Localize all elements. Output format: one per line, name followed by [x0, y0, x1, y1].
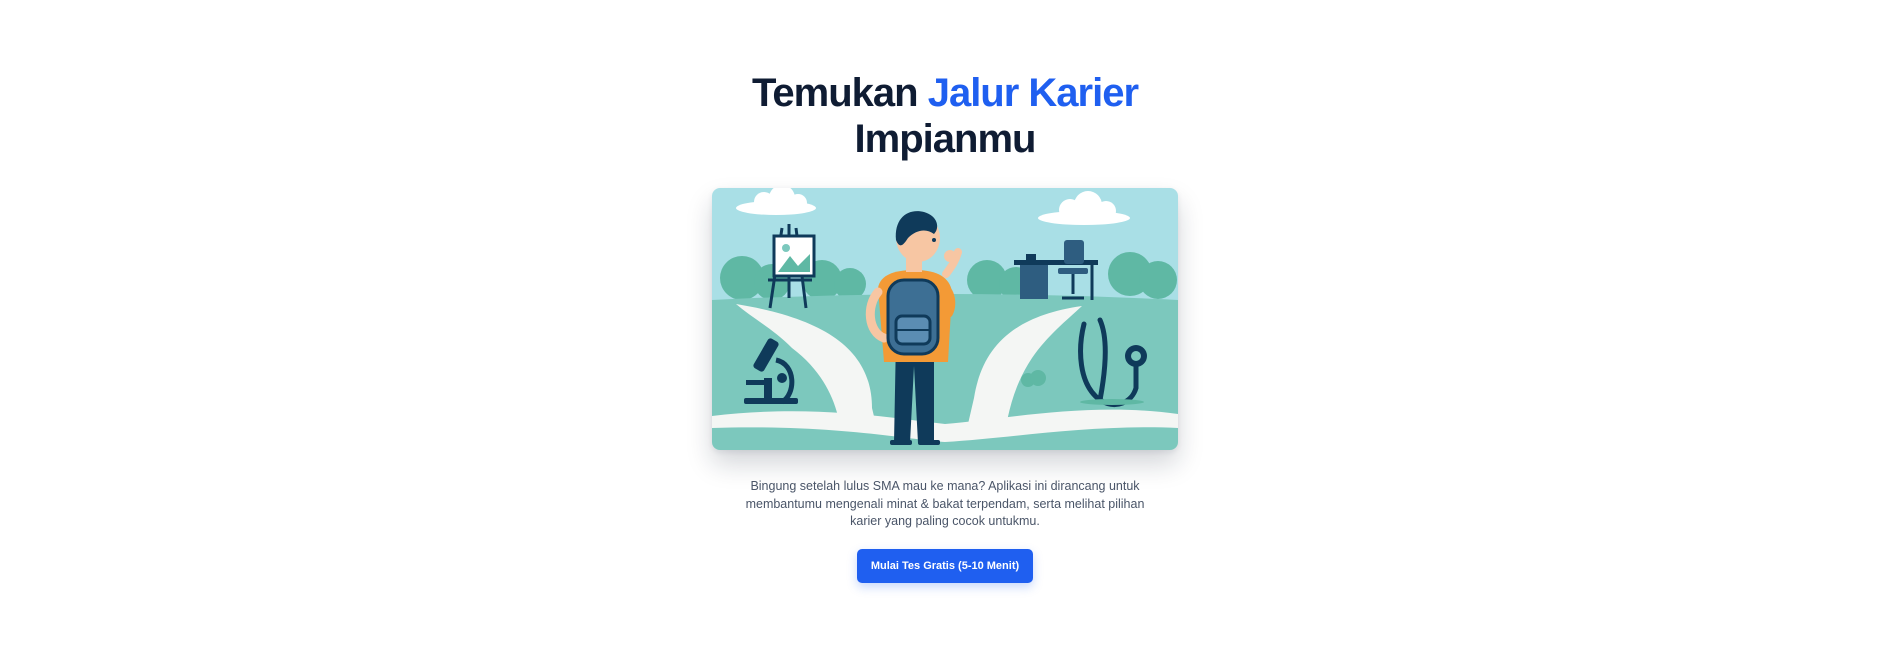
start-test-button[interactable]: Mulai Tes Gratis (5-10 Menit)	[857, 548, 1033, 583]
title-accent: Jalur Karier	[927, 71, 1139, 115]
hero-illustration	[712, 188, 1178, 450]
page-title: Temukan Jalur Karier Impianmu	[751, 70, 1139, 162]
crossroads-illustration	[712, 188, 1178, 450]
landing-page: Temukan Jalur Karier Impianmu Bingung se…	[0, 0, 1890, 651]
title-part-2: Impianmu	[854, 117, 1037, 161]
title-part-1: Temukan	[751, 71, 928, 115]
hero-section: Temukan Jalur Karier Impianmu Bingung se…	[0, 70, 1890, 583]
hero-description: Bingung setelah lulus SMA mau ke mana? A…	[745, 479, 1145, 528]
